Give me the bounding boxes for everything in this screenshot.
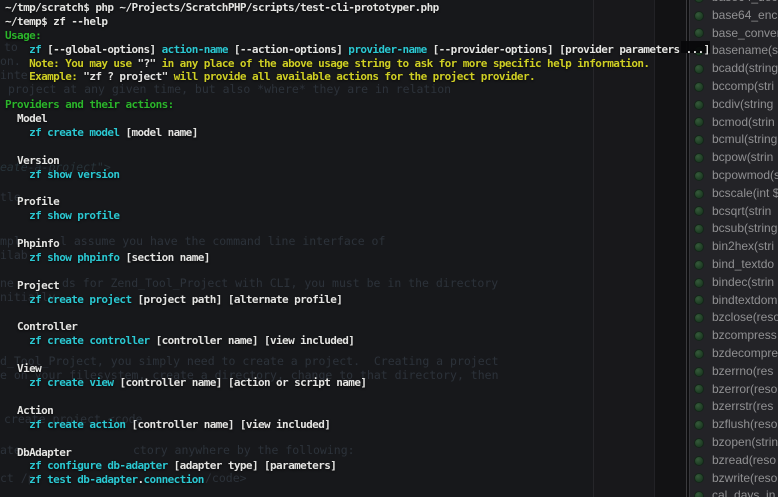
terminal-line: zf create project [project path] [altern…	[5, 293, 778, 307]
terminal-line: zf create controller [controller name] […	[5, 334, 778, 348]
terminal-line	[5, 432, 778, 446]
terminal-line	[5, 390, 778, 404]
terminal-line: zf create action [controller name] [view…	[5, 418, 778, 432]
terminal-line	[5, 182, 778, 196]
terminal-line: View	[5, 362, 778, 376]
terminal-line	[5, 140, 778, 154]
terminal-line: zf show version	[5, 168, 778, 182]
terminal-line: ~/temp$ zf --help	[5, 15, 778, 29]
terminal-line: Action	[5, 404, 778, 418]
terminal-line: Controller	[5, 320, 778, 334]
terminal-line: zf configure db-adapter [adapter type] […	[5, 459, 778, 473]
terminal-line: zf [--global-options] action-name [--act…	[5, 43, 778, 57]
terminal-line: zf show phpinfo [section name]	[5, 251, 778, 265]
terminal-line: ~/tmp/scratch$ php ~/Projects/ScratchPHP…	[5, 1, 778, 15]
terminal-line	[5, 84, 778, 98]
terminal-line	[5, 223, 778, 237]
terminal-output[interactable]: ~/tmp/scratch$ php ~/Projects/ScratchPHP…	[5, 1, 778, 497]
terminal-line	[5, 265, 778, 279]
terminal-line: zf create view [controller name] [action…	[5, 376, 778, 390]
terminal-line: Phpinfo	[5, 237, 778, 251]
terminal-line: DbAdapter	[5, 446, 778, 460]
terminal-line: Note: You may use "?" in any place of th…	[5, 57, 778, 71]
terminal-line: Model	[5, 112, 778, 126]
terminal-line: Providers and their actions:	[5, 98, 778, 112]
terminal-line	[5, 307, 778, 321]
terminal-line: Version	[5, 154, 778, 168]
terminal-line	[5, 348, 778, 362]
terminal-line: Project	[5, 279, 778, 293]
terminal-line: Profile	[5, 195, 778, 209]
terminal-line: zf show profile	[5, 209, 778, 223]
terminal-line: zf create model [model name]	[5, 126, 778, 140]
terminal-line: zf test db-adapter.connection	[5, 473, 778, 487]
desktop: { "colors": { "bg": "#17181b", "fg": "#e…	[0, 0, 778, 497]
terminal-line: Usage:	[5, 29, 778, 43]
terminal-line: Example: "zf ? project" will provide all…	[5, 70, 778, 84]
